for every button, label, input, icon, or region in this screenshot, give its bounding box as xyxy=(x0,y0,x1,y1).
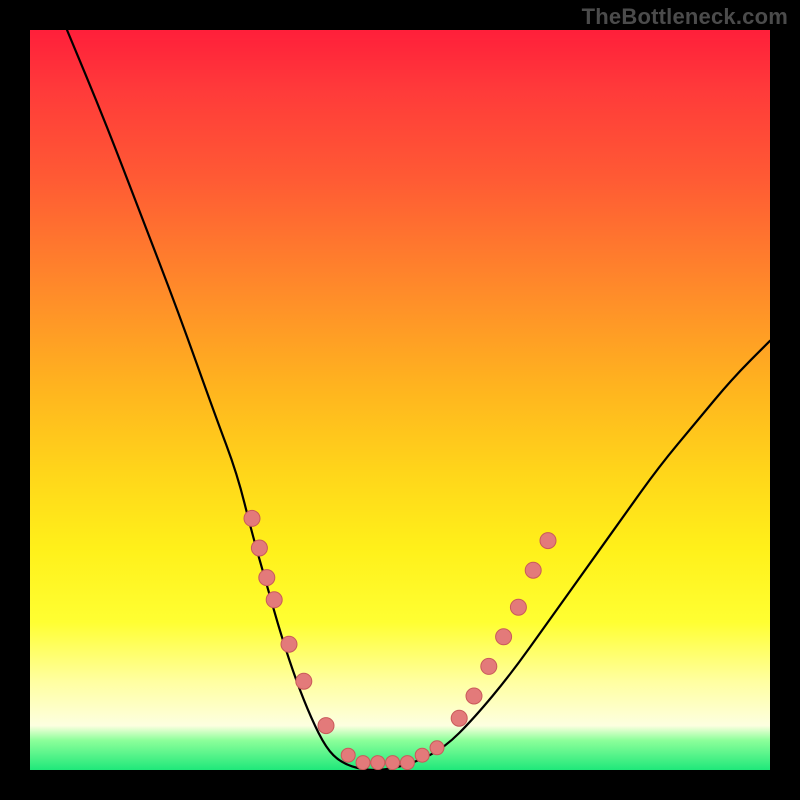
data-dots-right xyxy=(451,533,556,727)
chart-frame: TheBottleneck.com xyxy=(0,0,800,800)
data-dot xyxy=(451,710,467,726)
data-dot xyxy=(371,756,385,770)
chart-svg xyxy=(30,30,770,770)
data-dot xyxy=(400,756,414,770)
data-dot xyxy=(281,636,297,652)
data-dots-left xyxy=(244,510,334,733)
plot-area xyxy=(30,30,770,770)
data-dot xyxy=(259,570,275,586)
data-dot xyxy=(251,540,267,556)
data-dot xyxy=(318,718,334,734)
data-dot xyxy=(525,562,541,578)
data-dot xyxy=(510,599,526,615)
data-dots-floor xyxy=(341,741,444,770)
data-dot xyxy=(540,533,556,549)
watermark-text: TheBottleneck.com xyxy=(582,4,788,30)
data-dot xyxy=(296,673,312,689)
data-dot xyxy=(430,741,444,755)
data-dot xyxy=(481,658,497,674)
data-dot xyxy=(415,748,429,762)
bottleneck-curve xyxy=(67,30,770,770)
data-dot xyxy=(341,748,355,762)
data-dot xyxy=(496,629,512,645)
data-dot xyxy=(386,756,400,770)
data-dot xyxy=(244,510,260,526)
data-dot xyxy=(266,592,282,608)
data-dot xyxy=(356,756,370,770)
data-dot xyxy=(466,688,482,704)
